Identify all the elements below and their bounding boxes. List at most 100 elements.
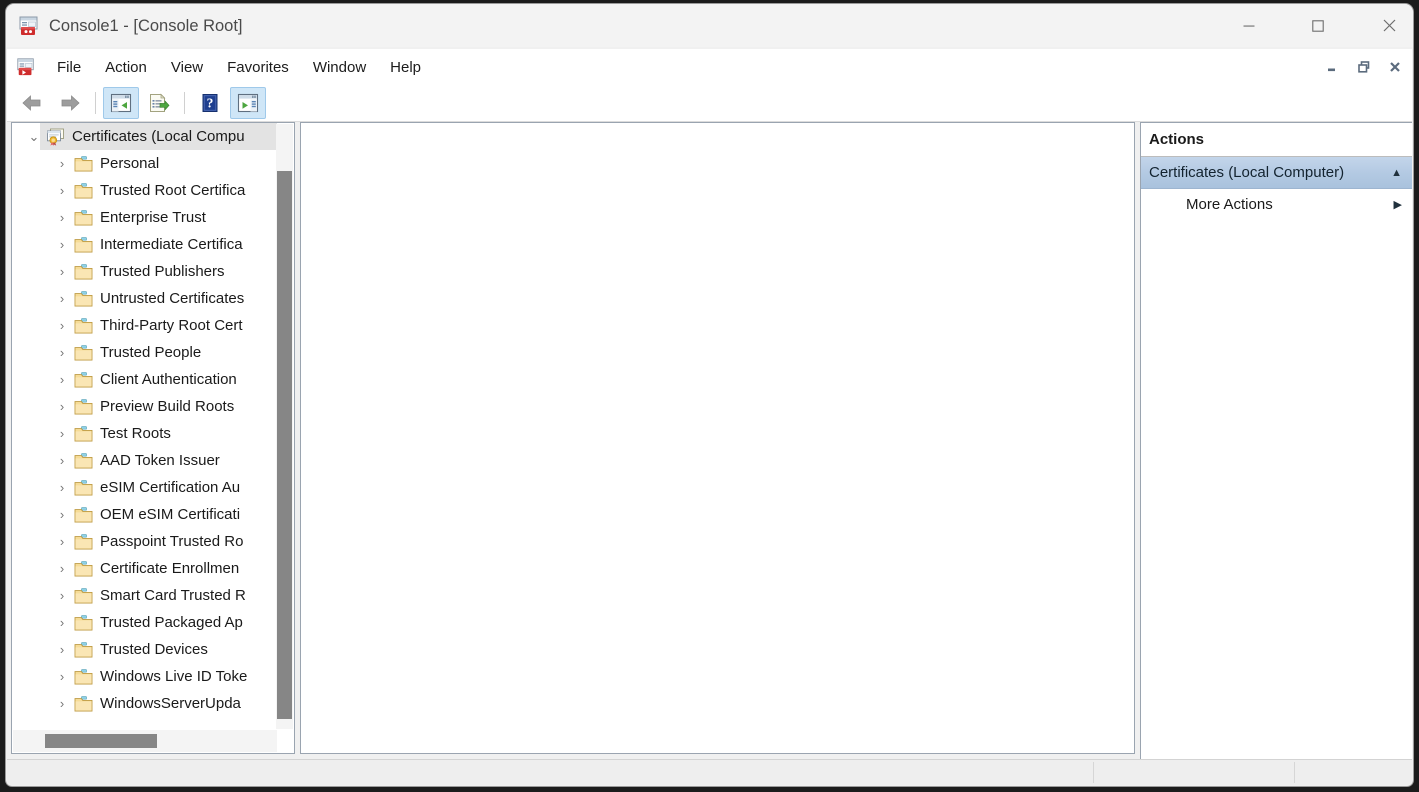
tree-item[interactable]: › Third-Party Root Cert [12, 312, 277, 339]
folder-icon [72, 371, 94, 388]
toolbar-separator [95, 92, 96, 114]
tree-item[interactable]: › Trusted Publishers [12, 258, 277, 285]
status-bar-divider [1093, 762, 1094, 783]
chevron-right-icon[interactable]: › [52, 582, 72, 609]
tree-item-label: Enterprise Trust [100, 209, 206, 226]
window-close-button[interactable] [1366, 4, 1412, 47]
child-close-button[interactable] [1379, 53, 1410, 81]
tree-vertical-scrollbar-thumb[interactable] [277, 171, 292, 719]
tree-item[interactable]: › Passpoint Trusted Ro [12, 528, 277, 555]
close-child-icon [1389, 62, 1400, 72]
menu-file[interactable]: File [45, 56, 93, 79]
tree-item-label: Untrusted Certificates [100, 290, 245, 307]
folder-icon [72, 317, 94, 334]
tree-item-label: eSIM Certification Au [100, 479, 241, 496]
help-question-icon: ? [202, 94, 218, 112]
status-bar [7, 759, 1412, 785]
menu-favorites[interactable]: Favorites [215, 56, 301, 79]
folder-icon [72, 344, 94, 361]
chevron-right-icon[interactable]: › [52, 204, 72, 231]
chevron-right-icon[interactable]: › [52, 636, 72, 663]
chevron-right-icon[interactable]: › [52, 663, 72, 690]
chevron-right-icon[interactable]: › [52, 690, 72, 717]
chevron-right-icon[interactable]: › [52, 528, 72, 555]
export-list-icon [150, 93, 170, 112]
tree-item[interactable]: › Trusted Packaged Ap [12, 609, 277, 636]
certificate-store-icon [44, 128, 66, 146]
action-pane-icon [237, 93, 259, 113]
forward-button[interactable] [52, 87, 88, 119]
tree-item[interactable]: › OEM eSIM Certificati [12, 501, 277, 528]
tree-item[interactable]: › Trusted Devices [12, 636, 277, 663]
tree-item[interactable]: › Untrusted Certificates [12, 285, 277, 312]
folder-icon [72, 587, 94, 604]
folder-icon [72, 425, 94, 442]
tree-item[interactable]: › Preview Build Roots [12, 393, 277, 420]
tree-item[interactable]: › Test Roots [12, 420, 277, 447]
chevron-up-icon[interactable]: ▲ [1391, 167, 1404, 179]
chevron-right-icon[interactable]: › [52, 555, 72, 582]
chevron-right-icon[interactable]: › [52, 420, 72, 447]
actions-pane-title: Actions [1141, 123, 1412, 157]
chevron-right-icon[interactable]: › [52, 285, 72, 312]
console-tree: ⌄ Certificates (Local Compu › Personal ›… [12, 123, 277, 731]
menu-view[interactable]: View [159, 56, 215, 79]
export-list-button[interactable] [141, 87, 177, 119]
tree-item[interactable]: › Certificate Enrollmen [12, 555, 277, 582]
tree-item[interactable]: › Windows Live ID Toke [12, 663, 277, 690]
tree-item-certificates-local-computer[interactable]: ⌄ Certificates (Local Compu [12, 123, 277, 150]
tree-item[interactable]: › Enterprise Trust [12, 204, 277, 231]
tree-item[interactable]: › WindowsServerUpda [12, 690, 277, 717]
tree-vertical-scrollbar[interactable] [276, 124, 293, 729]
tree-item[interactable]: › Trusted Root Certifica [12, 177, 277, 204]
actions-pane: Actions Certificates (Local Computer) ▲ … [1140, 122, 1412, 762]
chevron-right-icon[interactable]: › [52, 366, 72, 393]
menu-action[interactable]: Action [93, 56, 159, 79]
tree-item[interactable]: › Trusted People [12, 339, 277, 366]
tree-item-label: Trusted Publishers [100, 263, 225, 280]
chevron-right-icon[interactable]: › [52, 447, 72, 474]
tree-item[interactable]: › Smart Card Trusted R [12, 582, 277, 609]
child-minimize-button[interactable] [1317, 53, 1348, 81]
mmc-app-icon [16, 57, 36, 77]
child-restore-button[interactable] [1348, 53, 1379, 81]
chevron-right-icon[interactable]: › [52, 609, 72, 636]
tree-item[interactable]: › Personal [12, 150, 277, 177]
title-bar: Console1 - [Console Root] [6, 4, 1413, 47]
chevron-right-icon[interactable]: › [52, 231, 72, 258]
window-maximize-button[interactable] [1295, 4, 1341, 47]
menu-bar: File Action View Favorites Window Help [7, 49, 1412, 86]
tree-item-label: Certificates (Local Compu [72, 128, 245, 145]
tree-item[interactable]: › AAD Token Issuer [12, 447, 277, 474]
show-hide-console-tree-button[interactable] [103, 87, 139, 119]
actions-group-header-certificates[interactable]: Certificates (Local Computer) ▲ [1141, 157, 1412, 189]
tree-horizontal-scrollbar-thumb[interactable] [45, 734, 157, 748]
menu-item-list: File Action View Favorites Window Help [45, 49, 433, 85]
chevron-down-icon[interactable]: ⌄ [24, 123, 44, 150]
work-area: ⌄ Certificates (Local Compu › Personal ›… [7, 122, 1412, 762]
tree-item[interactable]: › Intermediate Certifica [12, 231, 277, 258]
chevron-right-icon[interactable]: › [52, 312, 72, 339]
tree-horizontal-scrollbar[interactable] [13, 730, 277, 752]
folder-icon [72, 641, 94, 658]
chevron-right-icon[interactable]: › [52, 393, 72, 420]
tree-item[interactable]: › eSIM Certification Au [12, 474, 277, 501]
chevron-right-icon[interactable]: › [52, 501, 72, 528]
back-button[interactable] [14, 87, 50, 119]
chevron-right-icon[interactable]: › [52, 258, 72, 285]
chevron-right-icon[interactable]: › [52, 150, 72, 177]
menu-help[interactable]: Help [378, 56, 433, 79]
result-pane[interactable] [300, 122, 1135, 754]
chevron-right-icon[interactable]: › [52, 474, 72, 501]
window-minimize-button[interactable] [1226, 4, 1272, 47]
toolbar: ? [7, 85, 1412, 122]
chevron-right-icon[interactable]: › [52, 177, 72, 204]
help-button[interactable]: ? [192, 87, 228, 119]
show-hide-action-pane-button[interactable] [230, 87, 266, 119]
action-more-actions[interactable]: More Actions ▶ [1141, 189, 1412, 220]
tree-item-label: AAD Token Issuer [100, 452, 220, 469]
menu-window[interactable]: Window [301, 56, 378, 79]
tree-item-label: Certificate Enrollmen [100, 560, 240, 577]
tree-item[interactable]: › Client Authentication [12, 366, 277, 393]
chevron-right-icon[interactable]: › [52, 339, 72, 366]
